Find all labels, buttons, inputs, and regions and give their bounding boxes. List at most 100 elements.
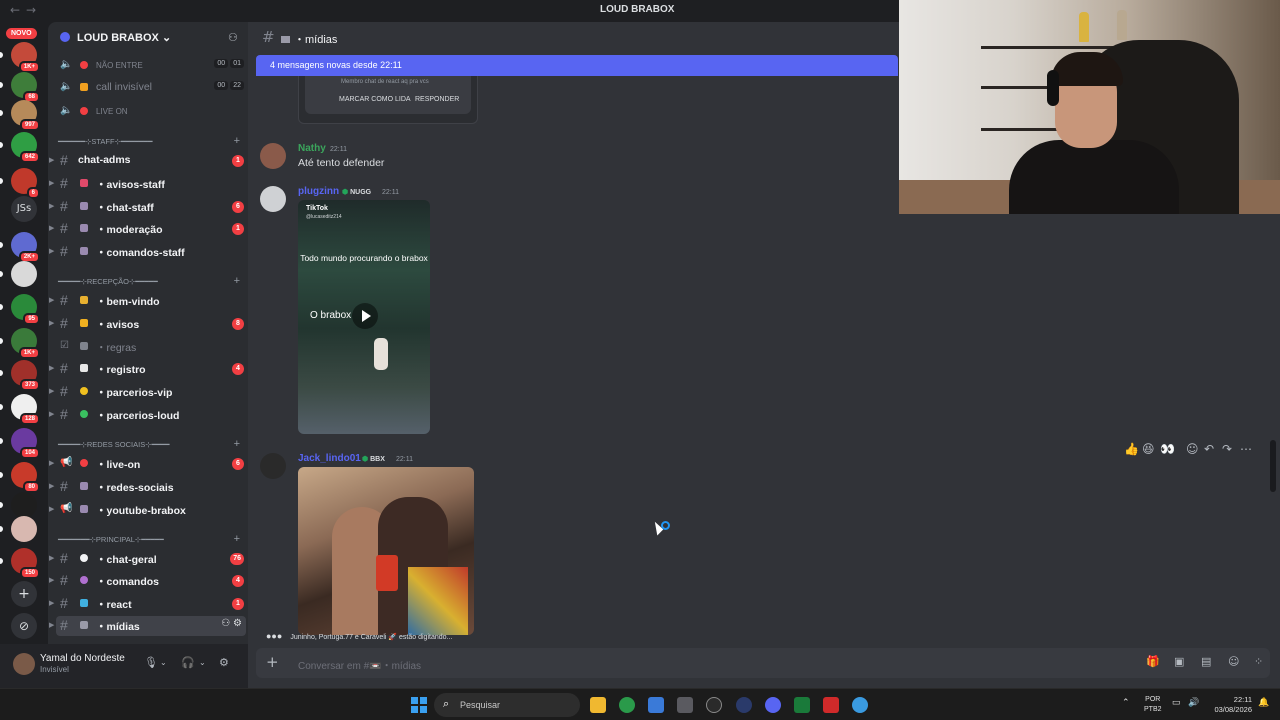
add-channel-icon[interactable]: + [234, 438, 240, 450]
server-icon[interactable]: 1K+ [11, 42, 40, 73]
guild-header[interactable]: LOUD BRABOX ⌄ ⚇ [48, 22, 248, 54]
server-icon[interactable]: 1K+ [11, 328, 40, 359]
category-recepcao[interactable]: ━━━━━⊹RECEPÇÃO⊹━━━━━ + [58, 275, 244, 291]
windows-start-icon[interactable] [411, 697, 427, 713]
add-reaction-icon[interactable]: ☺ [1186, 442, 1199, 456]
headset-icon[interactable]: 🎧 [181, 656, 195, 669]
message-author[interactable]: plugzinn [298, 186, 339, 197]
attach-plus-icon[interactable]: + [266, 653, 279, 671]
server-icon[interactable] [11, 516, 37, 542]
channel-comandos[interactable]: ▶ # ・comandos 4 [49, 571, 246, 591]
add-channel-icon[interactable]: + [234, 533, 240, 545]
avatar[interactable] [260, 186, 286, 212]
channel-chat-staff[interactable]: ▶ # ・chat-staff 6 [49, 197, 246, 217]
channel-youtube-brabox[interactable]: ▶ 📢 ・youtube-brabox [49, 500, 246, 520]
message-composer[interactable]: + Conversar em #📼・mídias 🎁 ▣ ▤ ☺ ⁘ [256, 648, 1270, 678]
channel-live-on[interactable]: ▶ 📢 ・live-on 6 [49, 454, 246, 474]
message-author[interactable]: Nathy [298, 143, 326, 154]
server-icon[interactable]: 373 [11, 360, 40, 391]
image-attachment[interactable] [298, 467, 474, 635]
message-author[interactable]: Jack_lindo01 [298, 453, 361, 464]
voice-channel-live-on[interactable]: 🔈 LIVE ON [56, 102, 246, 122]
server-icon[interactable]: 128 [11, 394, 40, 425]
server-icon[interactable]: 104 [11, 428, 40, 459]
notifications-icon[interactable]: 🔔 [1258, 697, 1269, 708]
user-name[interactable]: Yamal do Nordeste [40, 653, 125, 664]
composer-placeholder[interactable]: Conversar em #📼・mídias [298, 657, 421, 672]
eyes-icon[interactable]: 👀 [1160, 442, 1175, 456]
voice-channel-call-invisivel[interactable]: 🔈 call invisível 00 22 [56, 78, 246, 98]
channel-actions[interactable]: ⚇ ⚙ [221, 618, 242, 629]
server-icon[interactable]: 642 [11, 132, 40, 163]
user-settings-gear-icon[interactable]: ⚙ [219, 656, 229, 669]
voice-channel-nao-entre[interactable]: 🔈 NÃO ENTRE 00 01 [56, 56, 246, 76]
app-icon[interactable] [736, 697, 752, 713]
channel-bem-vindo[interactable]: ▶ # ・bem-vindo [49, 291, 246, 311]
server-icon[interactable]: 95 [11, 294, 40, 325]
chevron-down-icon[interactable]: ⌄ [160, 658, 167, 667]
more-icon[interactable]: ⋯ [1240, 442, 1252, 456]
server-icon[interactable]: 68 [11, 72, 40, 103]
channel-react[interactable]: ▶ # ・react 1 [49, 594, 246, 614]
server-icon[interactable] [11, 492, 37, 518]
chrome-icon[interactable] [852, 697, 868, 713]
add-channel-icon[interactable]: + [234, 275, 240, 287]
avatar[interactable] [13, 653, 35, 675]
server-icon[interactable]: 80 [11, 462, 40, 493]
settings-gear-icon[interactable]: ⚙ [233, 618, 242, 629]
channel-moderacao[interactable]: ▶ # ・moderação 1 [49, 219, 246, 239]
volume-icon[interactable]: 🔊 [1188, 697, 1199, 708]
nav-arrows[interactable]: ←→ [10, 3, 42, 17]
gif-icon[interactable]: ▣ [1174, 655, 1184, 668]
channel-redes-sociais[interactable]: ▶ # ・redes-sociais [49, 477, 246, 497]
mark-read-button[interactable]: MARCAR COMO LIDA [339, 96, 411, 103]
terminal-icon[interactable] [794, 697, 810, 713]
channel-midias[interactable]: ▶ # ・mídias ⚇ ⚙ [49, 616, 246, 636]
new-messages-bar[interactable]: 4 mensagens novas desde 22:11 [256, 55, 898, 76]
system-clock[interactable]: 22:11 03/08/2026 [1206, 695, 1252, 715]
channel-regras[interactable]: ☑ ・regras [56, 337, 246, 357]
reply-button[interactable]: RESPONDER [415, 96, 459, 103]
gift-icon[interactable]: 🎁 [1146, 655, 1160, 668]
channel-registro[interactable]: ▶ # ・registro 4 [49, 359, 246, 379]
smile-icon[interactable]: 😆 [1142, 442, 1155, 456]
taskbar-search[interactable]: ⌕ Pesquisar [434, 693, 580, 717]
server-icon[interactable]: 150 [11, 548, 40, 579]
server-icon[interactable]: 2K+ [11, 232, 40, 263]
channel-parcerios-vip[interactable]: ▶ # ・parcerios-vip [49, 382, 246, 402]
play-icon[interactable] [352, 303, 378, 329]
server-js[interactable]: JSs [11, 196, 37, 222]
avatar[interactable] [260, 453, 286, 479]
category-principal[interactable]: ━━━━━━━⊹PRINCIPAL⊹━━━━━ + [58, 533, 244, 549]
channel-chat-adms[interactable]: ▶ # chat-adms 1 [49, 151, 246, 171]
category-staff[interactable]: ━━━━━━⊹STAFF⊹━━━━━━━ + [58, 135, 244, 151]
thumbs-up-icon[interactable]: 👍 [1124, 442, 1139, 456]
app-icon[interactable] [823, 697, 839, 713]
add-server-icon[interactable]: + [11, 581, 37, 607]
language-indicator[interactable]: POR PTB2 [1144, 695, 1162, 715]
sticker-icon[interactable]: ▤ [1201, 655, 1211, 668]
tray-chevron-icon[interactable]: ⌃ [1122, 697, 1130, 708]
video-attachment[interactable]: TikTok @lucaseditz214 Todo mundo procura… [298, 200, 430, 434]
reply-icon[interactable]: ↶ [1204, 442, 1214, 456]
server-icon[interactable] [11, 261, 37, 287]
invite-people-icon[interactable]: ⚇ [228, 31, 238, 44]
scrollbar[interactable] [1270, 440, 1276, 492]
chrome-icon[interactable] [619, 697, 635, 713]
apps-icon[interactable]: ⁘ [1254, 655, 1263, 668]
chevron-down-icon[interactable]: ⌄ [199, 658, 206, 667]
avatar[interactable] [260, 143, 286, 169]
file-explorer-icon[interactable] [590, 697, 606, 713]
emoji-picker-icon[interactable]: ☺ [1228, 655, 1239, 668]
category-redes-sociais[interactable]: ━━━━━⊹REDES SOCIAIS⊹━━━━ + [58, 438, 244, 454]
mute-mic-icon[interactable]: 🎙 [144, 656, 158, 669]
network-icon[interactable]: ▭ [1172, 697, 1181, 708]
explore-servers-icon[interactable]: ⊘ [11, 613, 37, 639]
channel-parcerios-loud[interactable]: ▶ # ・parcerios-loud [49, 405, 246, 425]
invite-icon[interactable]: ⚇ [221, 618, 230, 629]
server-icon[interactable]: 6 [11, 168, 40, 199]
obs-icon[interactable] [706, 697, 722, 713]
channel-avisos[interactable]: ▶ # ・avisos 8 [49, 314, 246, 334]
channel-avisos-staff[interactable]: ▶ # ・avisos-staff [49, 174, 246, 194]
discord-icon[interactable] [765, 697, 781, 713]
